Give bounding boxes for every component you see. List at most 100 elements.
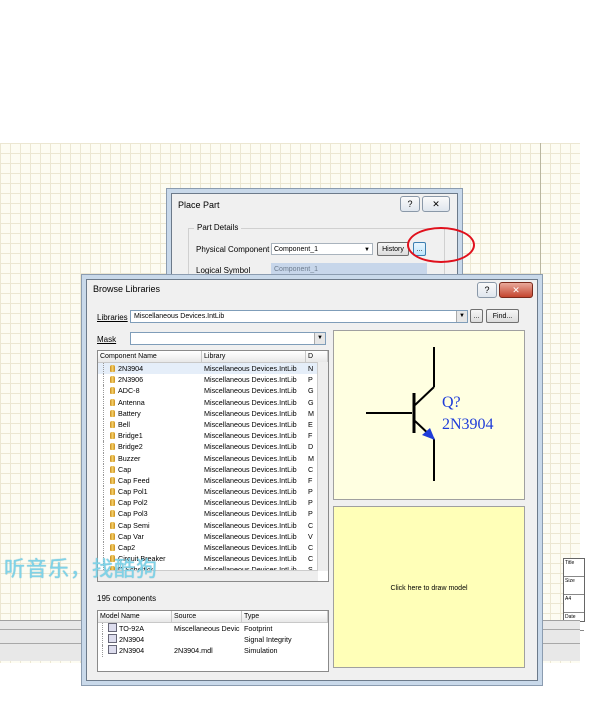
component-name: Bridge1	[118, 431, 143, 441]
column-header-library[interactable]: Library	[202, 351, 306, 362]
component-icon	[110, 387, 115, 395]
component-name: Cap Pol2	[118, 498, 148, 508]
table-row[interactable]: Cap Pol1 Miscellaneous Devices.IntLib P	[98, 486, 328, 498]
component-name: Antenna	[118, 397, 145, 407]
component-library: Miscellaneous Devices.IntLib	[204, 397, 297, 407]
component-library: Miscellaneous Devices.IntLib	[204, 487, 297, 497]
table-row[interactable]: Battery Miscellaneous Devices.IntLib M	[98, 407, 328, 419]
find-button[interactable]: Find...	[486, 309, 519, 323]
component-description: G	[308, 386, 314, 396]
component-icon	[110, 398, 115, 406]
component-name: Buzzer	[118, 453, 141, 463]
component-description: V	[308, 531, 313, 541]
component-description: F	[308, 475, 313, 485]
browse-help-button[interactable]: ?	[477, 282, 497, 298]
table-row[interactable]: Cap Semi Miscellaneous Devices.IntLib C	[98, 519, 328, 531]
table-row[interactable]: 2N3904 Miscellaneous Devices.IntLib N	[98, 363, 328, 375]
table-row[interactable]: Buzzer Miscellaneous Devices.IntLib M	[98, 452, 328, 464]
column-header-source[interactable]: Source	[172, 611, 242, 622]
component-description: P	[308, 487, 313, 497]
component-name: Cap Pol3	[118, 509, 148, 519]
model-preview[interactable]: Click here to draw model	[333, 506, 525, 668]
component-icon	[110, 432, 115, 440]
model-source: 2N3904.mdl	[174, 646, 213, 656]
column-header-type[interactable]: Type	[242, 611, 328, 622]
watermark-text: 听音乐，找酷狗	[4, 557, 158, 581]
draw-model-text[interactable]: Click here to draw model	[334, 585, 524, 592]
table-row[interactable]: Cap Pol3 Miscellaneous Devices.IntLib P	[98, 508, 328, 520]
component-icon	[110, 376, 115, 384]
component-library: Miscellaneous Devices.IntLib	[204, 386, 297, 396]
title-block-title: Title	[564, 559, 584, 577]
model-source	[172, 634, 242, 645]
column-header-description[interactable]: D	[306, 351, 328, 362]
component-name: Cap Semi	[118, 520, 150, 530]
model-list-header: Model Name Source Type	[98, 611, 328, 623]
table-row[interactable]: Cap Var Miscellaneous Devices.IntLib V	[98, 530, 328, 542]
component-icon	[110, 409, 115, 417]
component-icon	[110, 488, 115, 496]
component-library: Miscellaneous Devices.IntLib	[204, 375, 297, 385]
list-item[interactable]: 2N3904 2N3904.mdl Simulation	[98, 645, 328, 657]
title-block: Title Size A4 Date	[563, 558, 585, 631]
model-name: TO-92A	[119, 624, 145, 633]
component-name: 2N3904	[118, 364, 144, 373]
simulation-icon	[108, 645, 117, 655]
component-library: Miscellaneous Devices.IntLib	[204, 442, 297, 452]
component-icon	[110, 499, 115, 507]
logical-symbol-field[interactable]: Component_1	[271, 263, 427, 275]
chevron-down-icon: ▼	[456, 311, 467, 322]
table-row[interactable]: ADC-8 Miscellaneous Devices.IntLib G	[98, 385, 328, 397]
component-icon	[110, 420, 115, 428]
table-row[interactable]: Cap Pol2 Miscellaneous Devices.IntLib P	[98, 497, 328, 509]
component-name: Cap	[118, 464, 132, 474]
component-list[interactable]: Component Name Library D 2N3904 Miscellan…	[97, 350, 329, 582]
column-header-component-name[interactable]: Component Name	[98, 351, 202, 362]
table-row[interactable]: Bridge2 Miscellaneous Devices.IntLib D	[98, 441, 328, 453]
history-button[interactable]: History	[377, 242, 409, 256]
model-name: 2N3904	[119, 635, 145, 645]
highlight-circle	[407, 227, 475, 263]
list-item[interactable]: 2N3904 Signal Integrity	[98, 634, 328, 646]
mask-combo[interactable]: ▼	[130, 332, 326, 345]
component-description: C	[308, 554, 314, 564]
column-header-model-name[interactable]: Model Name	[98, 611, 172, 622]
vertical-scrollbar[interactable]	[317, 362, 328, 571]
logical-symbol-label: Logical Symbol	[196, 266, 251, 275]
model-list[interactable]: Model Name Source Type TO-92A Miscellaneo…	[97, 610, 329, 672]
place-part-help-button[interactable]: ?	[400, 196, 420, 212]
libraries-more-button[interactable]: ...	[470, 309, 483, 323]
model-source: Miscellaneous Devic	[174, 624, 240, 633]
table-row[interactable]: Cap Feed Miscellaneous Devices.IntLib F	[98, 474, 328, 487]
component-library: Miscellaneous Devices.IntLib	[204, 431, 297, 441]
libraries-combo[interactable]: Miscellaneous Devices.IntLib ▼	[130, 310, 468, 323]
model-name: 2N3904	[119, 646, 145, 656]
component-library: Miscellaneous Devices.IntLib	[204, 554, 297, 564]
component-description: E	[308, 419, 313, 429]
chevron-down-icon: ▼	[364, 247, 370, 253]
table-row[interactable]: 2N3906 Miscellaneous Devices.IntLib P	[98, 374, 328, 386]
component-library: Miscellaneous Devices.IntLib	[204, 464, 297, 474]
chevron-down-icon: ▼	[314, 333, 325, 344]
physical-component-combo[interactable]: Component_1 ▼	[271, 243, 373, 255]
part-details-label: Part Details	[194, 223, 242, 232]
component-description: M	[308, 408, 314, 418]
place-part-close-button[interactable]: ✕	[422, 196, 450, 212]
symbol-preview: Q? 2N3904	[333, 330, 525, 500]
libraries-value: Miscellaneous Devices.IntLib	[134, 313, 225, 320]
component-name: Battery	[118, 408, 141, 418]
component-icon	[110, 476, 115, 484]
table-row[interactable]: Cap2 Miscellaneous Devices.IntLib C	[98, 542, 328, 554]
component-library: Miscellaneous Devices.IntLib	[204, 498, 297, 508]
model-type: Signal Integrity	[244, 635, 292, 645]
table-row[interactable]: Cap Miscellaneous Devices.IntLib C	[98, 463, 328, 475]
table-row[interactable]: Bridge1 Miscellaneous Devices.IntLib F	[98, 430, 328, 442]
browse-close-button[interactable]: ✕	[499, 282, 533, 298]
component-description: N	[308, 364, 314, 373]
list-item[interactable]: TO-92A Miscellaneous Devic Footprint	[98, 623, 328, 635]
component-description: C	[308, 543, 314, 552]
component-icon	[110, 532, 115, 540]
table-row[interactable]: Antenna Miscellaneous Devices.IntLib G	[98, 396, 328, 408]
table-row[interactable]: Bell Miscellaneous Devices.IntLib E	[98, 418, 328, 431]
component-library: Miscellaneous Devices.IntLib	[204, 531, 297, 541]
